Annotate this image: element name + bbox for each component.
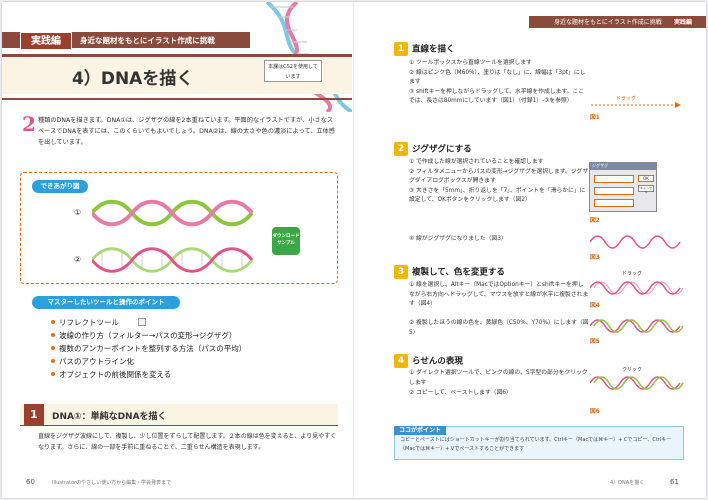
header-subtitle-right: 身近な題材をもとにイラスト作成に挑戦 [554,19,662,26]
tools-label: マスターしたいツールと操作のポイント [32,296,180,309]
tool-item: リフレクトツール [50,316,320,329]
fig4-duplicate [590,281,684,295]
intro-text: 種類のDNAを描きます。DNA①は、ジグザグの線を2本重ねています。平面的なイラ… [38,117,335,146]
figure-6-label: 図6 [590,409,600,415]
example-number-1: ① [74,208,82,217]
reflect-tool-icon [138,318,146,326]
zigzag-dialog: ジグザグ OK キャンセル [589,162,657,212]
fig6-helix [590,376,684,390]
tool-item: 複数のアンカーポイントを整列する方法（パスの平均） [50,342,320,355]
fig5-colored [590,319,684,333]
intro-number: 2 [22,112,36,136]
footer-text-left: Illustratorのやさしい使い方から編集・学会発表まで [52,480,172,486]
step-1-heading: 1 直線を描く [394,42,455,56]
figure-4-label: 図4 [590,303,600,309]
step-1-items: ① ツールボックスから直線ツールを選択します ② 線はピンク色（M60%）、塗り… [409,60,586,104]
dna-example-2 [92,247,254,273]
footer-text-right: 4）DNAを描く [610,480,645,486]
page-number-right: 61 [670,478,679,486]
page-number-left: 60 [26,478,35,486]
header-subtitle: 身近な題材をもとにイラスト作成に挑戦 [80,36,215,45]
step-3-item-2: ② 複製したほうの線の色を、黄緑色（C50%、Y70%）にします（図5） [409,320,589,336]
step-2-item-4: ④ 線がジグザグになりました（図3） [409,236,507,242]
point-title: ココがポイント [394,426,447,435]
figure-5-label: 図5 [590,339,600,345]
tools-list: リフレクトツール 波線の作り方（フィルター→パスの変形→ジグザグ） 複数のアンカ… [50,316,320,381]
fig3-zigzag [590,235,681,249]
section-text: 直線をジグザグ波線にして、複製し、少し位置をずらして配置します。２本の線は色を変… [38,433,337,451]
left-page: 実践編 身近な題材をもとにイラスト作成に挑戦 4）DNAを描く 本課はCS2を使… [2,2,354,498]
step-4-item-1: ① ダイレクト選択ツールで、ピンクの線の、S字型の部分をクリックします [409,370,588,386]
step-4-item-2: ② コピーして、ペーストします（図6） [409,390,512,396]
dialog-ok-button[interactable]: OK [638,175,654,182]
section-number: 1 [24,404,44,426]
figure-1-label: 図1 [590,115,600,121]
page-title: 4）DNAを描く [72,69,194,89]
point-text: コピーとペーストにはショートカットキーが割り当てられています。Ctrlキー（Ma… [400,437,672,452]
right-page: 身近な題材をもとにイラスト作成に挑戦 実践編 1 直線を描く ① ツールボックスか… [354,2,706,498]
step-3-heading: 3 複製して、色を変更する [394,265,505,279]
tool-item: オブジェクトの前後関係を変える [50,368,320,381]
step-2-heading: 2 ジグザグにする [394,142,472,156]
figure-3-label: 図3 [590,255,600,261]
download-sample-badge: ダウンロードサンプル [272,227,300,255]
dna-example-1 [92,199,254,227]
version-sticker: 本課はCS2を使用しています [264,60,322,82]
practice-badge: 実践編 [20,32,72,50]
drag-label-2: ドラッグ [622,271,643,277]
completed-label: できあがり図 [32,180,88,193]
step-4-heading: 4 らせんの表現 [394,354,463,368]
dialog-cancel-button[interactable]: キャンセル [638,185,654,194]
tool-item: 波線の作り方（フィルター→パスの変形→ジグザグ） [50,329,320,342]
fig1-line [591,102,681,108]
section-title: DNA①：単純なDNAを描く [52,412,167,422]
step-3-item-1: ① 線を選択し、Altキー（MacではOptionキー）とshiftキーを押しな… [409,282,589,307]
example-number-2: ② [74,255,82,264]
figure-2-label: 図2 [590,218,600,224]
step-2-items: ① で作成した線が選択されていることを確認します ② フィルタメニューからパスの… [409,159,589,203]
tool-item: パスのアウトライン化 [50,355,320,368]
practice-badge-right: 実践編 [672,17,695,26]
